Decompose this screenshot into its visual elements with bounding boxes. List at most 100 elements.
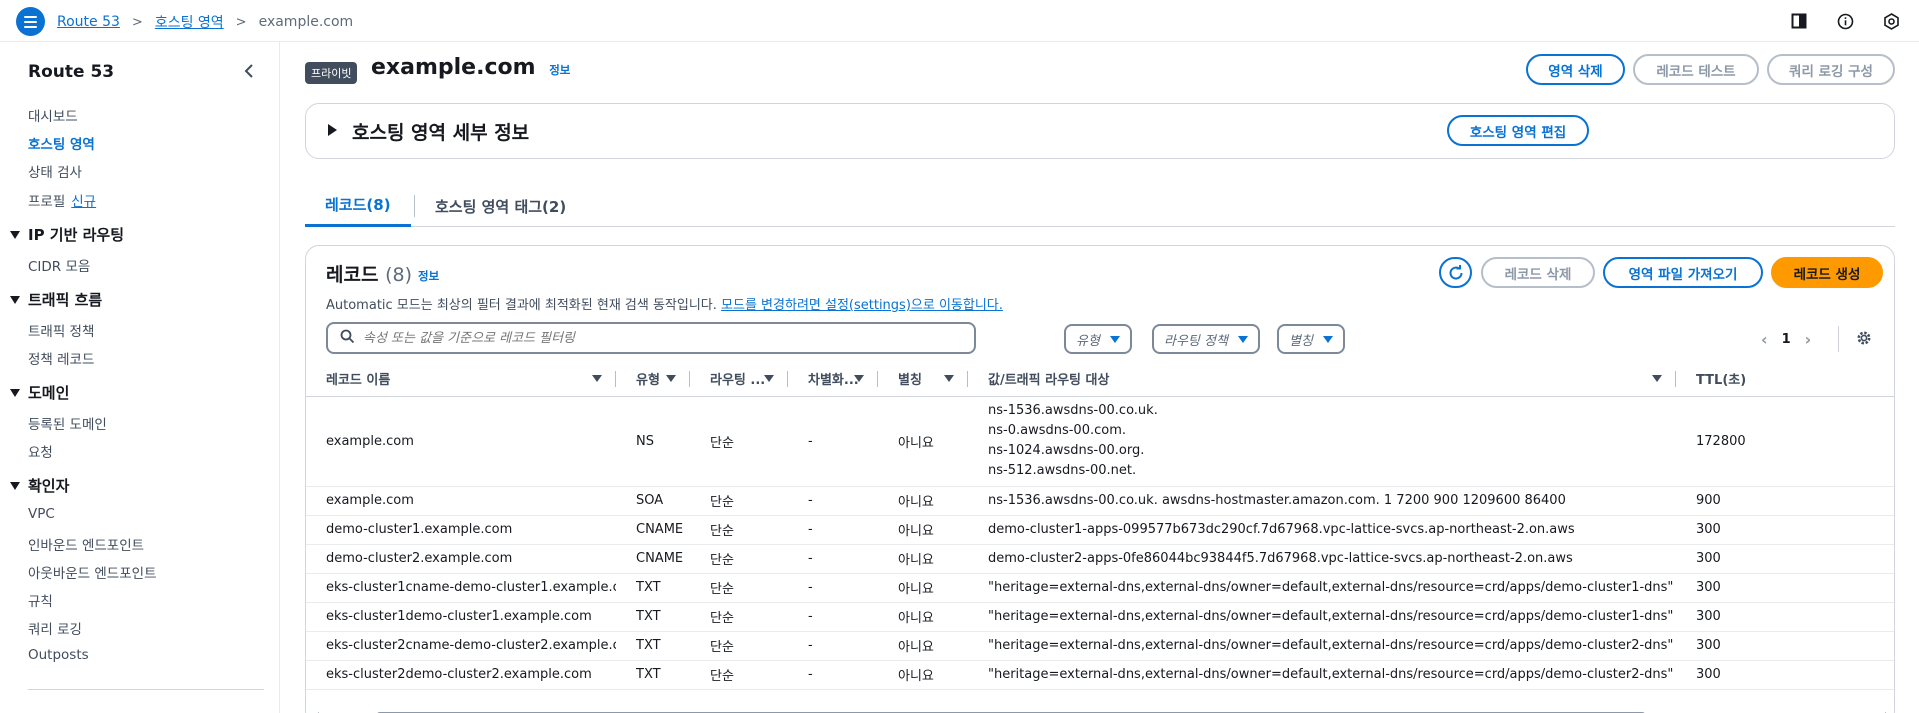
sidebar-item-profiles[interactable]: 프로필 신규 xyxy=(28,190,96,210)
hosted-zone-details-panel: 호스팅 영역 세부 정보 호스팅 영역 편집 xyxy=(305,103,1895,159)
sidebar-item-requests[interactable]: 요청 xyxy=(28,441,53,461)
table-row[interactable]: eks-cluster2cname-demo-cluster2.example.… xyxy=(306,631,1894,661)
collapse-sidebar-icon[interactable] xyxy=(242,62,258,80)
sidebar-item-inbound-endpoints[interactable]: 인바운드 엔드포인트 xyxy=(28,534,144,554)
type-filter-dropdown[interactable]: 유형 xyxy=(1064,324,1132,354)
records-panel: 레코드 (8) 정보 Automatic 모드는 최상의 필터 결과에 최적화된… xyxy=(305,245,1895,713)
sidebar-item-registered-domains[interactable]: 등록된 도메인 xyxy=(28,413,107,433)
main-content: 프라이빗 example.com 정보 영역 삭제 레코드 테스트 쿼리 로깅 … xyxy=(281,42,1919,713)
info-link[interactable]: 정보 xyxy=(549,63,570,77)
caret-right-icon[interactable] xyxy=(328,124,337,136)
caret-down-icon xyxy=(10,388,20,397)
column-header-routing-policy[interactable]: 라우팅 ... xyxy=(690,362,788,397)
sort-icon xyxy=(1652,375,1662,382)
value-cell: "heritage=external-dns,external-dns/owne… xyxy=(968,660,1676,690)
import-zone-file-button[interactable]: 영역 파일 가져오기 xyxy=(1603,257,1763,288)
next-page-icon[interactable]: › xyxy=(1805,330,1812,349)
type-cell: SOA xyxy=(616,486,690,516)
sidebar-section-traffic-flow[interactable]: 트래픽 흐름 xyxy=(10,289,102,310)
alias-cell: 아니요 xyxy=(878,515,968,545)
settings-link[interactable]: 모드를 변경하려면 설정(settings)으로 이동합니다. xyxy=(721,298,1003,313)
settings-badge-icon[interactable] xyxy=(1881,11,1901,31)
refresh-icon[interactable] xyxy=(1439,257,1472,288)
ttl-cell: 300 xyxy=(1676,602,1894,632)
gear-icon[interactable] xyxy=(1855,329,1873,347)
routing-policy-cell: 단순 xyxy=(690,573,788,603)
sidebar-section-ip-routing[interactable]: IP 기반 라우팅 xyxy=(10,224,124,245)
current-page[interactable]: 1 xyxy=(1782,332,1791,347)
records-info-link[interactable]: 정보 xyxy=(418,268,439,284)
column-header-alias[interactable]: 별칭 xyxy=(878,362,968,397)
sidebar-section-domains[interactable]: 도메인 xyxy=(10,382,69,403)
delete-zone-button[interactable]: 영역 삭제 xyxy=(1526,54,1625,85)
column-header-value[interactable]: 값/트래픽 라우팅 대상 xyxy=(968,362,1676,397)
sidebar-item-rules[interactable]: 규칙 xyxy=(28,590,53,610)
previous-page-icon[interactable]: ‹ xyxy=(1761,330,1768,349)
breadcrumb-hosted-zones-link[interactable]: 호스팅 영역 xyxy=(155,12,224,32)
sidebar-item-hosted-zones[interactable]: 호스팅 영역 xyxy=(28,133,95,153)
sidebar-item-health-checks[interactable]: 상태 검사 xyxy=(28,161,82,181)
record-name-cell: example.com xyxy=(306,396,616,487)
breadcrumb-route53-link[interactable]: Route 53 xyxy=(57,14,120,30)
column-header-ttl[interactable]: TTL(초) xyxy=(1676,362,1894,397)
header-label: 레코드 이름 xyxy=(326,373,391,389)
sort-icon xyxy=(854,375,864,382)
table-row[interactable]: example.com SOA 단순 - 아니요 ns-1536.awsdns-00.co… xyxy=(306,486,1894,516)
caret-down-icon xyxy=(1322,335,1333,343)
sidebar-item-vpcs[interactable]: VPC xyxy=(28,506,55,522)
sidebar-item-traffic-policies[interactable]: 트래픽 정책 xyxy=(28,320,94,340)
dropdown-label: 라우팅 정책 xyxy=(1164,333,1228,349)
table-row[interactable]: demo-cluster2.example.com CNAME 단순 - 아니요 demo… xyxy=(306,544,1894,574)
differentiator-cell: - xyxy=(788,573,878,603)
column-header-differentiator[interactable]: 차별화... xyxy=(788,362,878,397)
caret-down-icon xyxy=(10,230,20,239)
caret-down-icon xyxy=(1109,335,1120,343)
table-row[interactable]: eks-cluster1cname-demo-cluster1.example.… xyxy=(306,573,1894,603)
differentiator-cell: - xyxy=(788,602,878,632)
info-circle-icon[interactable] xyxy=(1835,11,1855,31)
caret-down-icon xyxy=(10,295,20,304)
routing-policy-cell: 단순 xyxy=(690,602,788,632)
ttl-cell: 300 xyxy=(1676,515,1894,545)
hamburger-menu-icon[interactable] xyxy=(16,7,45,36)
configure-query-logging-button[interactable]: 쿼리 로깅 구성 xyxy=(1767,54,1895,85)
table-row[interactable]: eks-cluster1demo-cluster1.example.com TXT… xyxy=(306,602,1894,632)
new-badge: 신규 xyxy=(71,194,97,210)
details-title[interactable]: 호스팅 영역 세부 정보 xyxy=(352,118,529,145)
dropdown-label: 유형 xyxy=(1076,333,1100,349)
alias-cell: 아니요 xyxy=(878,602,968,632)
sidebar-item-cidr-collections[interactable]: CIDR 모음 xyxy=(28,255,90,275)
sidebar-item-policy-records[interactable]: 정책 레코드 xyxy=(28,348,94,368)
value-cell: demo-cluster1-apps-099577b673dc290cf.7d6… xyxy=(968,515,1676,545)
column-header-record-name[interactable]: 레코드 이름 xyxy=(306,362,616,397)
type-cell: TXT xyxy=(616,602,690,632)
table-row[interactable]: eks-cluster2demo-cluster2.example.com TXT… xyxy=(306,660,1894,690)
sidebar-item-outposts[interactable]: Outposts xyxy=(28,647,89,663)
edit-hosted-zone-button[interactable]: 호스팅 영역 편집 xyxy=(1447,115,1589,146)
alias-filter-dropdown[interactable]: 별칭 xyxy=(1277,324,1345,354)
filter-input[interactable] xyxy=(363,330,963,346)
sidebar-section-resolver[interactable]: 확인자 xyxy=(10,475,69,496)
alias-cell: 아니요 xyxy=(878,486,968,516)
ttl-cell: 300 xyxy=(1676,631,1894,661)
delete-record-button[interactable]: 레코드 삭제 xyxy=(1481,257,1595,288)
sidebar-item-query-logging[interactable]: 쿼리 로깅 xyxy=(28,618,82,638)
split-panel-icon[interactable] xyxy=(1789,11,1809,31)
value-line: ns-1536.awsdns-00.co.uk. xyxy=(988,403,1158,418)
table-row[interactable]: example.com NS 단순 - 아니요 ns-1536.awsdns-00.co.… xyxy=(306,396,1894,487)
tab-records[interactable]: 레코드(8) xyxy=(305,185,411,227)
table-row[interactable]: demo-cluster1.example.com CNAME 단순 - 아니요 demo… xyxy=(306,515,1894,545)
test-record-button[interactable]: 레코드 테스트 xyxy=(1633,54,1759,85)
tab-hosted-zone-tags[interactable]: 호스팅 영역 태그(2) xyxy=(415,185,586,227)
differentiator-cell: - xyxy=(788,396,878,487)
routing-policy-filter-dropdown[interactable]: 라우팅 정책 xyxy=(1152,324,1260,354)
filter-search-field[interactable] xyxy=(326,322,976,354)
sort-icon xyxy=(764,375,774,382)
value-cell: demo-cluster2-apps-0fe86044bc93844f5.7d6… xyxy=(968,544,1676,574)
chevron-right-icon: > xyxy=(131,14,143,30)
create-record-button[interactable]: 레코드 생성 xyxy=(1771,257,1883,288)
dropdown-label: 별칭 xyxy=(1289,333,1313,349)
sidebar-item-dashboard[interactable]: 대시보드 xyxy=(28,105,78,125)
sidebar-item-outbound-endpoints[interactable]: 아웃바운드 엔드포인트 xyxy=(28,562,157,582)
column-header-type[interactable]: 유형 xyxy=(616,362,690,397)
